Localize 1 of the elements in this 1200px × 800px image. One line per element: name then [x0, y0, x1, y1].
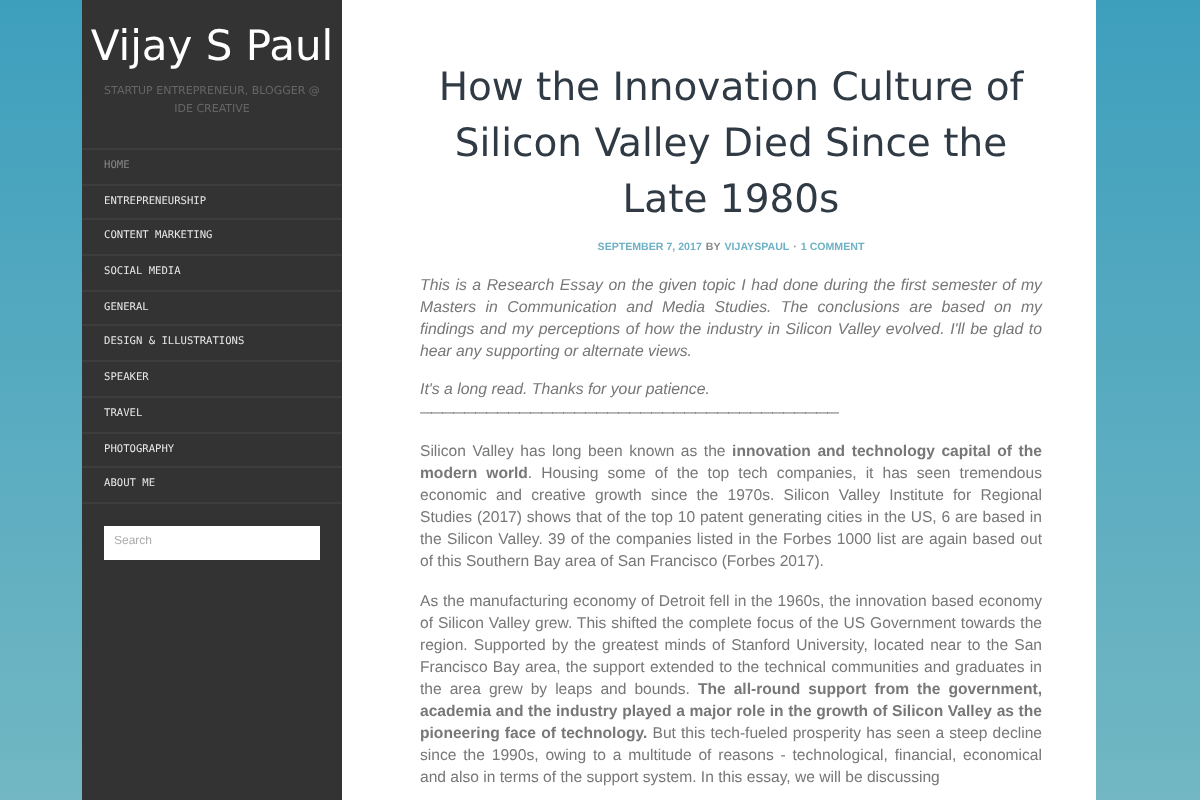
post-title: How the Innovation Culture of Silicon Valley Died Since the Late 1980s — [436, 62, 1026, 226]
